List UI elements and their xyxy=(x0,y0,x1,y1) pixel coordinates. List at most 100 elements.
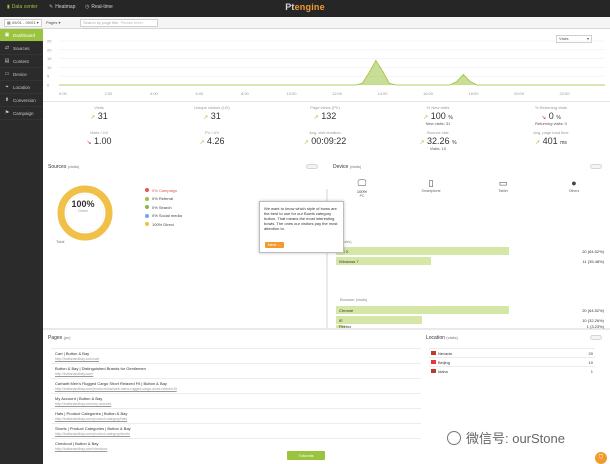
browser-value: 1 (3.23%) xyxy=(586,324,604,329)
metric-value: 31 xyxy=(97,111,108,121)
sidebar-item-dashboard[interactable]: ▣ Dashboard xyxy=(0,29,43,42)
metric-value: 100 xyxy=(430,111,446,121)
sources-title: Sources (visits) xyxy=(48,164,79,170)
trend-down-icon: ↘ xyxy=(86,140,92,146)
device-pc[interactable]: 🖵 100% PC xyxy=(342,177,382,198)
sources-donut xyxy=(57,185,113,241)
device-others[interactable]: ● Others xyxy=(554,177,594,193)
sidebar-item-label: Conversion xyxy=(13,97,36,103)
page-url[interactable]: http://buttonandbay.com/product-category… xyxy=(55,432,130,436)
sources-icon: ⇄ xyxy=(4,45,10,51)
page-type-select[interactable]: Pages ▾ xyxy=(46,20,60,25)
trend-up-icon: ↗ xyxy=(535,140,541,146)
sources-legend: 0% Campaign 0% Referral 0% Search 0% Soc… xyxy=(145,186,182,229)
page-url[interactable]: http://buttonandbay.com/ xyxy=(55,372,93,376)
metric-label: Avg. visit duration xyxy=(309,130,341,135)
x-tick-label: 18:00 xyxy=(469,91,480,96)
device-tablet[interactable]: ▭ Tablet xyxy=(483,177,523,193)
visits-line xyxy=(59,59,605,86)
search-input[interactable]: Search by page title Please enter keywor… xyxy=(80,19,158,31)
filter-bar: ▦ 09/01 - 09/01 ▾ Pages ▾ Search by page… xyxy=(0,17,610,31)
page-title: Carhartt Men's Rugged Cargo Short Relaxe… xyxy=(55,381,167,386)
sidebar-item-conversion[interactable]: ⬍ Conversion xyxy=(0,94,43,107)
tooltip-text: We want to know which style of bows are … xyxy=(264,206,338,231)
tablet-icon: ▭ xyxy=(498,178,508,188)
os-row: OS X 20 (64.52%) xyxy=(336,247,604,255)
device-label: Tablet xyxy=(498,189,508,193)
sidebar-item-campaign[interactable]: ⚑ Campaign xyxy=(0,107,43,120)
page-row[interactable]: Checkout | Button & Bay http://buttonand… xyxy=(51,438,454,453)
legend-label: 0% Referral xyxy=(152,196,174,202)
browser-bar xyxy=(336,306,509,314)
y-tick-label: 5 xyxy=(47,74,50,79)
page-title: My Account | Button & Bay xyxy=(55,396,103,401)
page-title: Checkout | Button & Bay xyxy=(55,441,99,446)
legend-item-social-media[interactable]: 0% Social media xyxy=(145,212,182,221)
page-row[interactable]: Carhartt Men's Rugged Cargo Short Relaxe… xyxy=(51,378,454,393)
legend-item-search[interactable]: 0% Search xyxy=(145,203,182,212)
browser-label: Firefox xyxy=(339,324,352,329)
location-row[interactable]: Nevada 20 xyxy=(429,348,595,357)
sidebar-item-device[interactable]: ▭ Device xyxy=(0,68,43,81)
page-url[interactable]: http://buttonandbay.com/product-category… xyxy=(55,417,127,421)
page-row[interactable]: Button & Bay | Distinguished Brands for … xyxy=(51,363,454,378)
metric-value: 31 xyxy=(210,111,221,121)
trend-chart: 25 20 15 10 5 0 0:00 2:00 4:00 6:00 8:00 10:00 12:00… xyxy=(47,39,605,96)
desktop-icon: 🖵 xyxy=(357,178,367,188)
sidebar-item-location[interactable]: ⌖ Location xyxy=(0,81,43,94)
date-range-picker[interactable]: ▦ 09/01 - 09/01 ▾ xyxy=(4,19,42,27)
metric-label: Avg. page load time xyxy=(533,130,569,135)
location-row[interactable]: Idaho 1 xyxy=(429,366,595,375)
location-name: Nevada xyxy=(438,350,452,356)
panel-toggle-button[interactable] xyxy=(590,164,602,169)
legend-item-campaign[interactable]: 0% Campaign xyxy=(145,186,182,195)
page-url[interactable]: http://buttonandbay.com/my-account xyxy=(55,402,111,406)
page-row[interactable]: My Account | Button & Bay http://buttona… xyxy=(51,393,454,408)
panel-title-sub: (visits) xyxy=(349,164,362,169)
metric-label: Unique visitors (UV) xyxy=(194,105,230,110)
device-smartphone[interactable]: ▯ Smartphone xyxy=(411,177,451,193)
legend-item-direct[interactable]: 100% Direct xyxy=(145,220,182,229)
panel-title-text: Location xyxy=(426,335,445,341)
metric-label: Visits xyxy=(94,105,104,110)
y-tick-label: 0 xyxy=(47,83,50,88)
page-row[interactable]: Shorts | Product Categories | Button & B… xyxy=(51,423,454,438)
location-name: Beijing xyxy=(438,359,451,365)
page-row[interactable]: Cart | Button & Bay http://buttonandbay.… xyxy=(51,348,454,363)
metric-avg-visit-duration: Avg. visit duration ↗ 00:09:22 xyxy=(269,130,381,146)
device-panel: Device (visits) 🖵 100% PC ▯ Smartphone ▭… xyxy=(328,159,610,329)
browser-value: 10 (32.26%) xyxy=(582,317,604,323)
page-row[interactable]: Hats | Product Categories | Button & Bay… xyxy=(51,408,454,423)
pages-title: Pages (pv) xyxy=(48,335,70,341)
smartphone-icon: ▯ xyxy=(428,178,434,188)
page-url[interactable]: http://buttonandbay.com/checkout xyxy=(55,447,107,451)
metric-label: Visits / UV xyxy=(89,130,109,135)
tutorials-button[interactable]: Tutorials xyxy=(287,451,325,460)
y-tick-label: 25 xyxy=(47,39,52,44)
panel-title-text: Pages xyxy=(48,335,63,341)
browser-label: IE xyxy=(339,317,343,323)
metric-value: 32.26 xyxy=(427,136,450,146)
sidebar-item-sources[interactable]: ⇄ Sources xyxy=(0,42,43,55)
visits-area xyxy=(59,60,605,85)
panel-title-text: Device xyxy=(333,164,349,170)
panel-toggle-button[interactable] xyxy=(306,164,318,169)
panel-title-sub: (visits) xyxy=(446,335,458,340)
legend-dot xyxy=(145,222,149,227)
browser-row: IE 10 (32.26%) xyxy=(336,316,604,324)
page-url[interactable]: http://buttonandbay.com/products/carhart… xyxy=(55,387,177,391)
legend-item-referral[interactable]: 0% Referral xyxy=(145,195,182,204)
location-title: Location (visits) xyxy=(426,335,458,341)
visits-trend-panel: Visits ▾ 25 20 15 10 5 0 0:00 2:00 4:00 6:00 8:00 10… xyxy=(43,29,610,101)
os-row: Windows 7 11 (35.48%) xyxy=(336,257,604,265)
panel-title-text: Sources xyxy=(48,164,67,170)
location-row[interactable]: Beijing 10 xyxy=(429,357,595,366)
x-tick-label: 8:00 xyxy=(241,91,250,96)
x-tick-label: 12:00 xyxy=(332,91,343,96)
funnel-icon[interactable]: ⛉ xyxy=(595,452,607,464)
tooltip-next-button[interactable]: Next → xyxy=(265,242,284,248)
sidebar-item-content[interactable]: ▤ Content xyxy=(0,55,43,68)
browser-bar xyxy=(336,316,423,324)
page-url[interactable]: http://buttonandbay.com/cart xyxy=(55,357,99,361)
panel-toggle-button[interactable] xyxy=(590,335,602,340)
